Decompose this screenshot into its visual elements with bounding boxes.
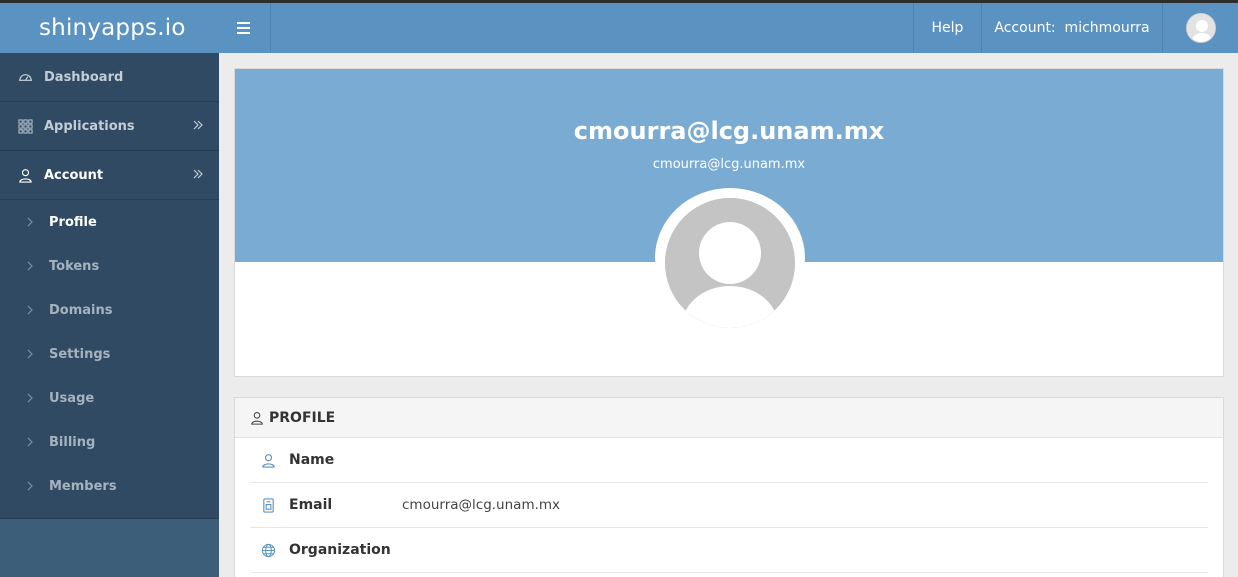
chevron-right-icon [27,261,33,271]
brand-logo[interactable]: shinyapps.io [0,3,219,53]
grid-icon [17,118,33,134]
sidebar-item-label: Dashboard [44,69,124,85]
submenu-item-profile[interactable]: Profile [0,200,219,244]
profile-subtitle: cmourra@lcg.unam.mx [652,157,806,172]
submenu-item-billing[interactable]: Billing [0,420,219,464]
submenu-item-domains[interactable]: Domains [0,288,219,332]
user-icon [17,167,33,183]
account-submenu: Profile Tokens Domains Settings Usage Bi… [0,200,219,519]
chevron-double-right-icon [193,120,203,130]
submenu-item-label: Members [49,478,117,494]
user-icon [258,453,278,468]
sidebar: Dashboard Applications Account Profile T… [0,53,219,577]
profile-section-title: PROFILE [269,409,336,426]
submenu-item-members[interactable]: Members [0,464,219,508]
submenu-item-label: Profile [49,214,97,230]
navbar-spacer [271,3,914,53]
profile-section-header: PROFILE [235,398,1223,438]
sidebar-item-dashboard[interactable]: Dashboard [0,53,219,102]
submenu-item-settings[interactable]: Settings [0,332,219,376]
profile-row-value: cmourra@lcg.unam.mx [402,497,561,513]
avatar-placeholder-icon [1186,14,1215,42]
submenu-item-label: Settings [49,346,111,362]
avatar-placeholder-icon [665,198,795,328]
profile-avatar [655,188,805,328]
sidebar-item-account[interactable]: Account [0,151,219,200]
account-menu-link[interactable]: Account: michmourra [982,3,1163,53]
chevron-double-right-icon [193,169,203,179]
submenu-item-label: Usage [49,390,95,406]
profile-row-organization: Organization [250,528,1208,573]
submenu-item-label: Tokens [49,258,100,274]
help-link[interactable]: Help [914,3,982,53]
submenu-item-label: Domains [49,302,113,318]
globe-icon [258,543,278,558]
avatar [1185,13,1216,43]
submenu-item-usage[interactable]: Usage [0,376,219,420]
user-icon [251,411,263,425]
chevron-right-icon [27,217,33,227]
chevron-right-icon [27,437,33,447]
chevron-right-icon [27,349,33,359]
submenu-item-label: Billing [49,434,96,450]
hamburger-icon [236,22,250,34]
sidebar-toggle-button[interactable] [219,3,271,53]
user-avatar-button[interactable] [1163,3,1238,53]
top-navbar: shinyapps.io Help Account: michmourra [0,3,1238,53]
chevron-right-icon [27,481,33,491]
profile-details-card: PROFILE Name Email cmourra@lcg.unam.mx O… [234,397,1224,577]
profile-row-label: Organization [289,542,391,558]
sidebar-item-applications[interactable]: Applications [0,102,219,151]
profile-row-label: Name [289,452,335,468]
profile-title: cmourra@lcg.unam.mx [573,117,885,145]
profile-row-label: Email [289,497,333,513]
chevron-right-icon [27,393,33,403]
sidebar-item-label: Account [44,167,104,183]
profile-header-card: cmourra@lcg.unam.mx cmourra@lcg.unam.mx [234,68,1224,377]
submenu-item-tokens[interactable]: Tokens [0,244,219,288]
submenu-divider [0,508,219,519]
dashboard-icon [17,69,33,85]
id-card-icon [258,497,278,513]
profile-row-email: Email cmourra@lcg.unam.mx [250,483,1208,528]
profile-row-name: Name [250,438,1208,483]
chevron-right-icon [27,305,33,315]
sidebar-item-label: Applications [44,118,135,134]
